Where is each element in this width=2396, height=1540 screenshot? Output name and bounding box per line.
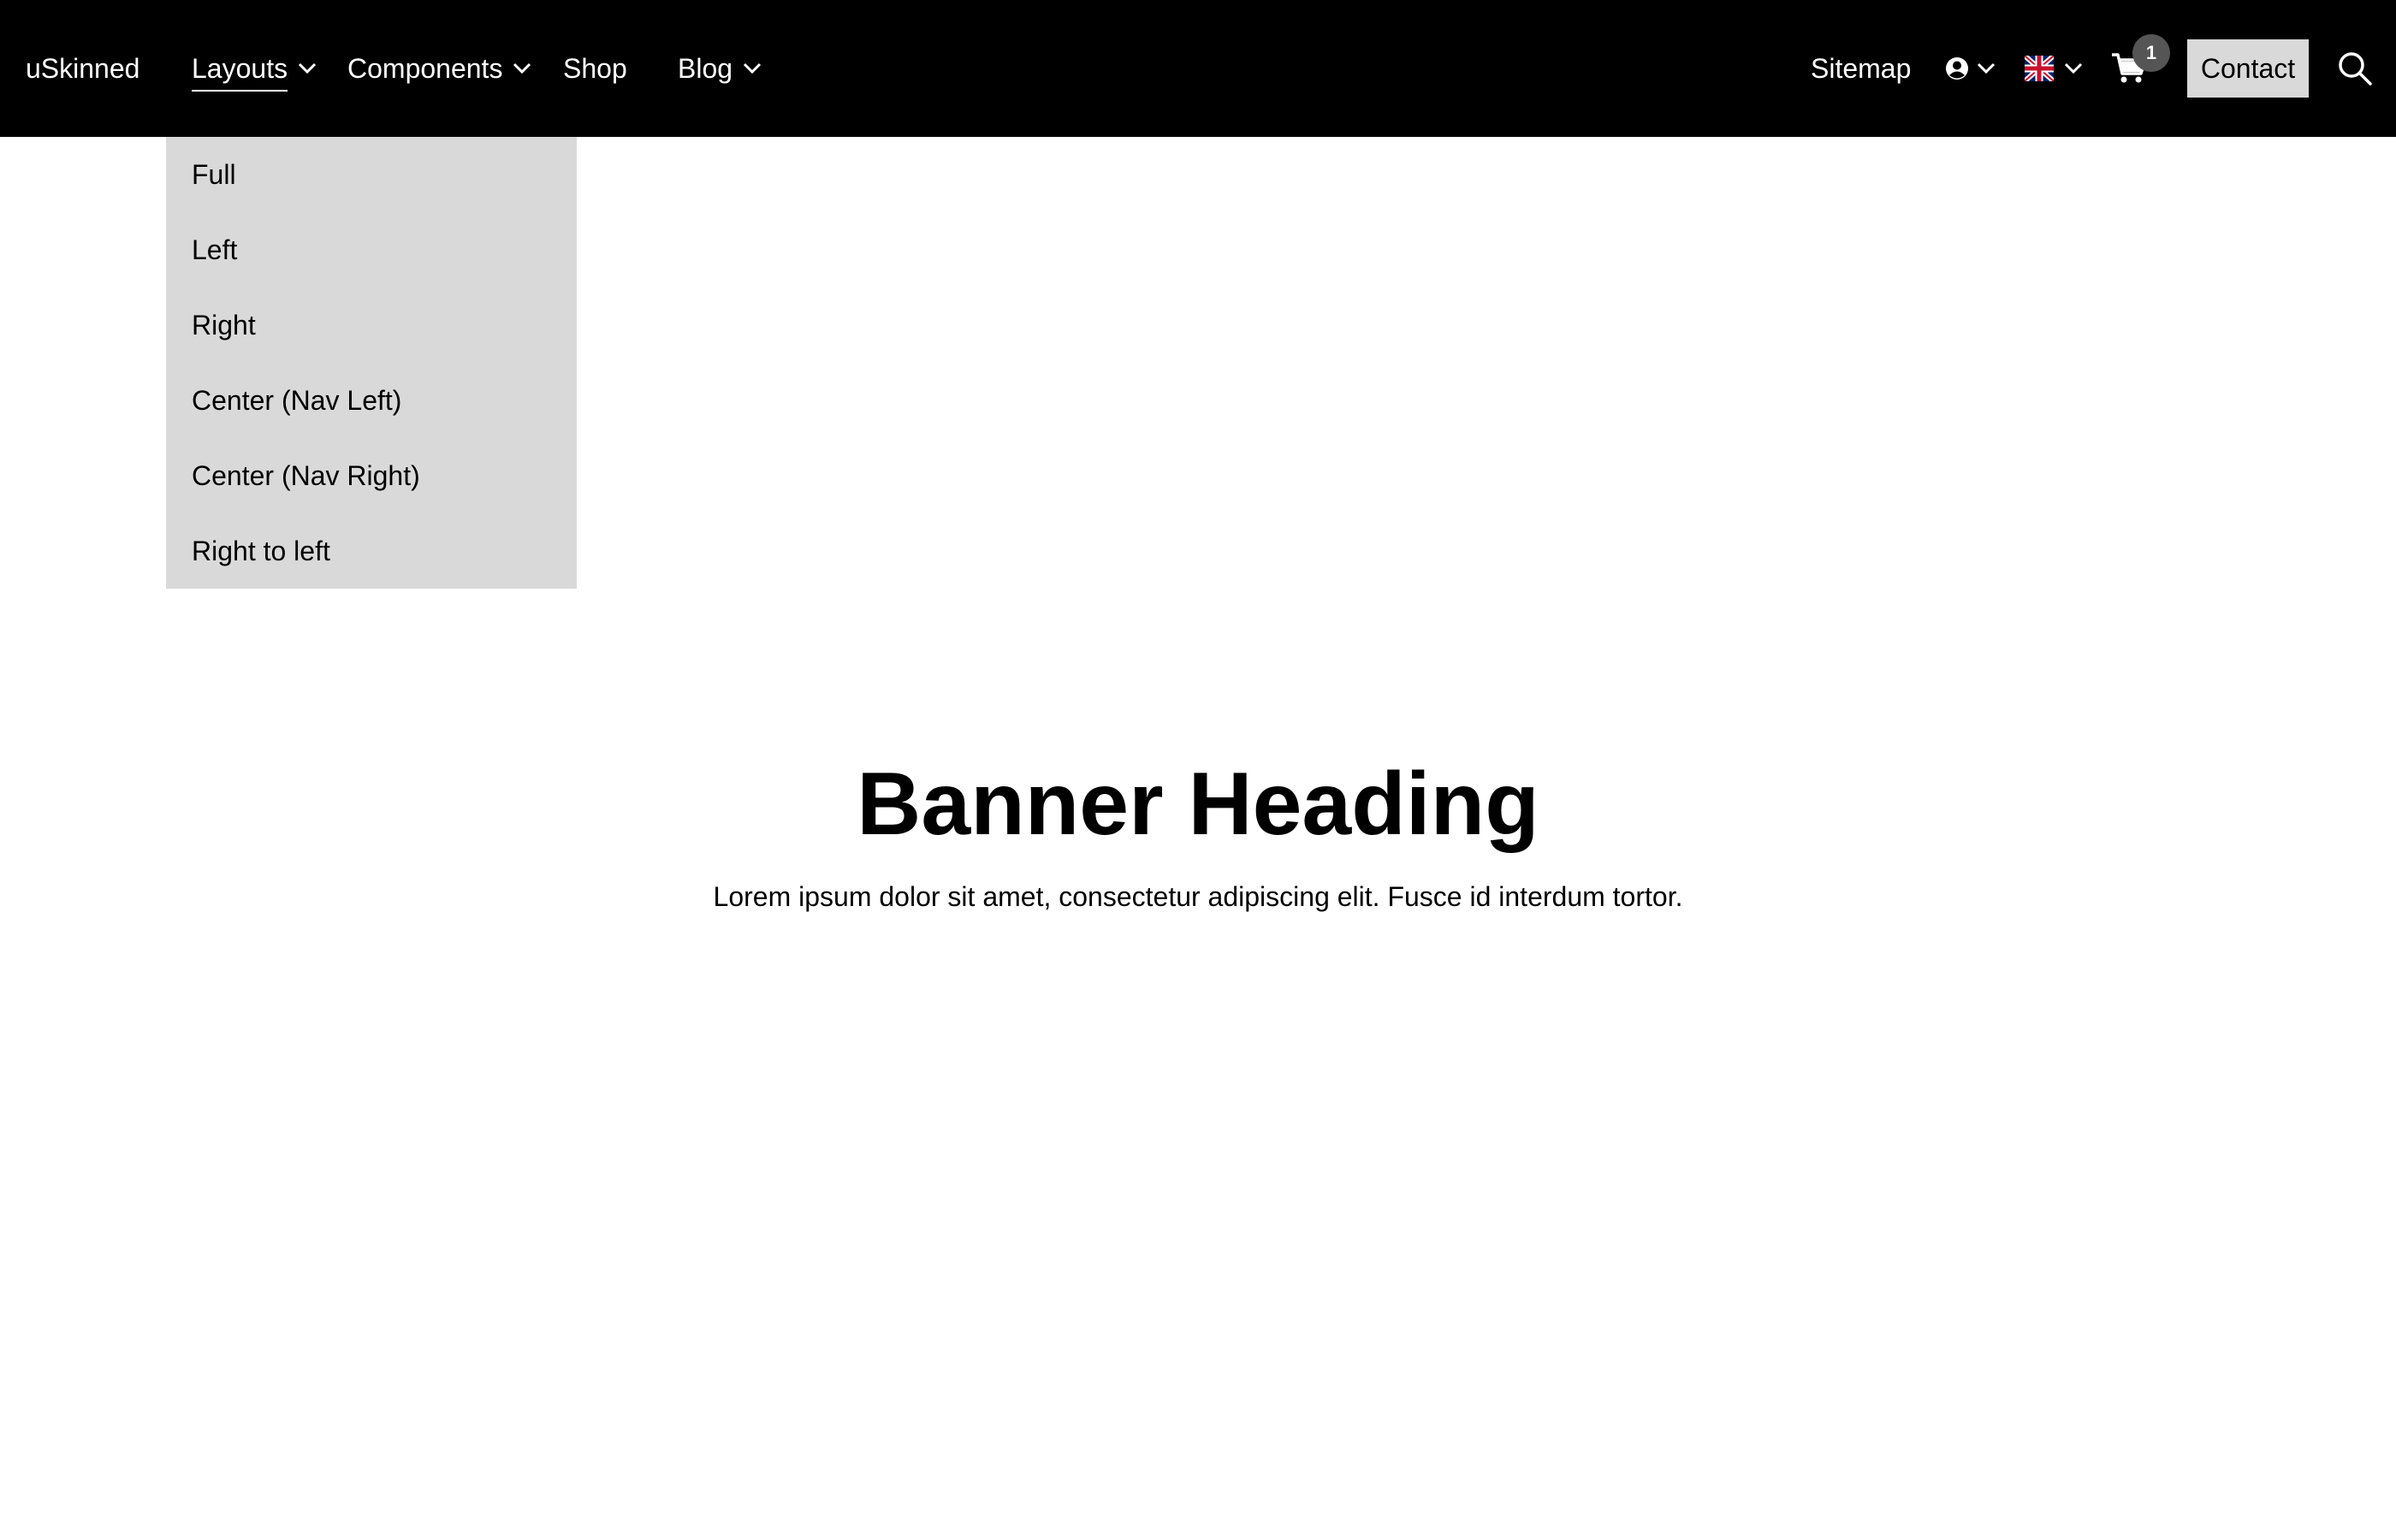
nav-item-blog[interactable]: Blog — [678, 43, 762, 94]
nav-item-layouts[interactable]: Layouts — [192, 43, 317, 94]
banner-text: Lorem ipsum dolor sit amet, consectetur … — [713, 881, 1683, 912]
dropdown-item-full[interactable]: Full — [166, 149, 577, 224]
dropdown-item-left[interactable]: Left — [166, 224, 577, 299]
site-header: uSkinned Layouts Components Shop Blog Si… — [0, 0, 2396, 137]
nav-label: Components — [347, 53, 503, 84]
dropdown-item-right-to-left[interactable]: Right to left — [166, 525, 577, 601]
uk-flag-icon — [2025, 56, 2054, 81]
chevron-down-icon — [513, 62, 531, 74]
search-button[interactable] — [2336, 50, 2374, 87]
nav-label: Layouts — [192, 53, 288, 84]
nav-item-components[interactable]: Components — [347, 43, 531, 94]
search-icon — [2339, 52, 2372, 86]
dropdown-item-center-nav-left[interactable]: Center (Nav Left) — [166, 375, 577, 450]
nav-item-shop[interactable]: Shop — [563, 43, 627, 94]
user-circle-icon — [1946, 57, 1968, 80]
chevron-down-icon — [1977, 62, 1996, 74]
language-selector[interactable] — [2025, 43, 2083, 94]
nav-label: Blog — [678, 53, 733, 84]
banner-heading: Banner Heading — [857, 755, 1539, 854]
sitemap-link[interactable]: Sitemap — [1811, 43, 1911, 94]
brand-logo[interactable]: uSkinned — [26, 43, 139, 94]
chevron-down-icon — [2064, 62, 2083, 74]
cart-count-badge: 1 — [2132, 34, 2170, 72]
account-menu-button[interactable] — [1944, 43, 1996, 94]
chevron-down-icon — [299, 62, 317, 74]
dropdown-item-right[interactable]: Right — [166, 299, 577, 375]
chevron-down-icon — [743, 62, 762, 74]
contact-button[interactable]: Contact — [2187, 39, 2309, 98]
layouts-dropdown-menu: Full Left Right Center (Nav Left) Center… — [166, 137, 577, 589]
dropdown-item-center-nav-right[interactable]: Center (Nav Right) — [166, 450, 577, 525]
nav-label: Shop — [563, 53, 627, 84]
